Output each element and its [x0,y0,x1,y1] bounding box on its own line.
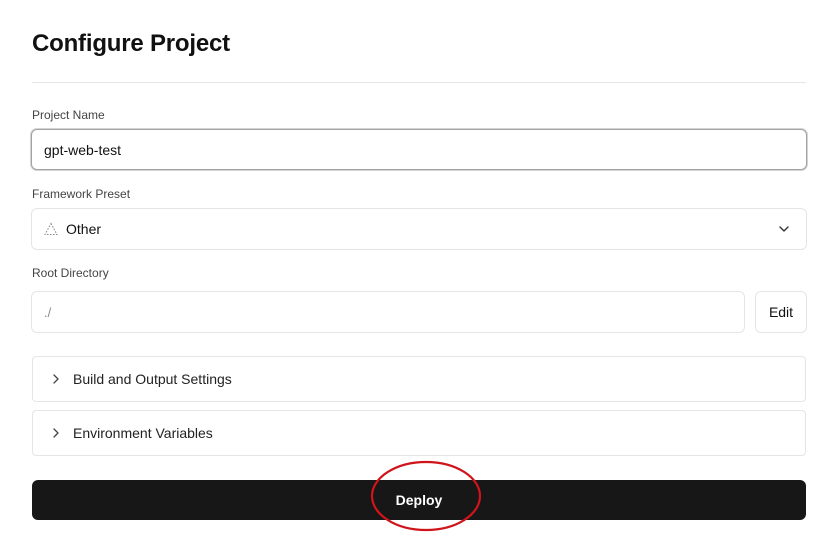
project-name-value: gpt-web-test [44,141,122,158]
deploy-button[interactable]: Deploy [32,480,806,520]
chevron-right-icon [51,427,61,439]
project-name-label: Project Name [32,108,105,122]
title-divider [32,82,806,83]
environment-variables-accordion[interactable]: Environment Variables [32,410,806,456]
chevron-down-icon [778,223,790,235]
build-output-settings-accordion[interactable]: Build and Output Settings [32,356,806,402]
chevron-right-icon [51,373,61,385]
project-name-input[interactable]: gpt-web-test [31,129,807,170]
framework-preset-value: Other [66,221,102,237]
framework-triangle-icon [44,222,58,236]
framework-preset-label: Framework Preset [32,187,131,201]
page-title: Configure Project [32,30,230,57]
root-directory-edit-button[interactable]: Edit [755,291,807,333]
build-output-settings-label: Build and Output Settings [73,371,232,387]
root-directory-value: ./ [44,304,52,320]
root-directory-label: Root Directory [32,266,109,280]
environment-variables-label: Environment Variables [73,425,213,441]
root-directory-input[interactable]: ./ [31,291,745,333]
framework-preset-select[interactable]: Other [31,208,807,250]
